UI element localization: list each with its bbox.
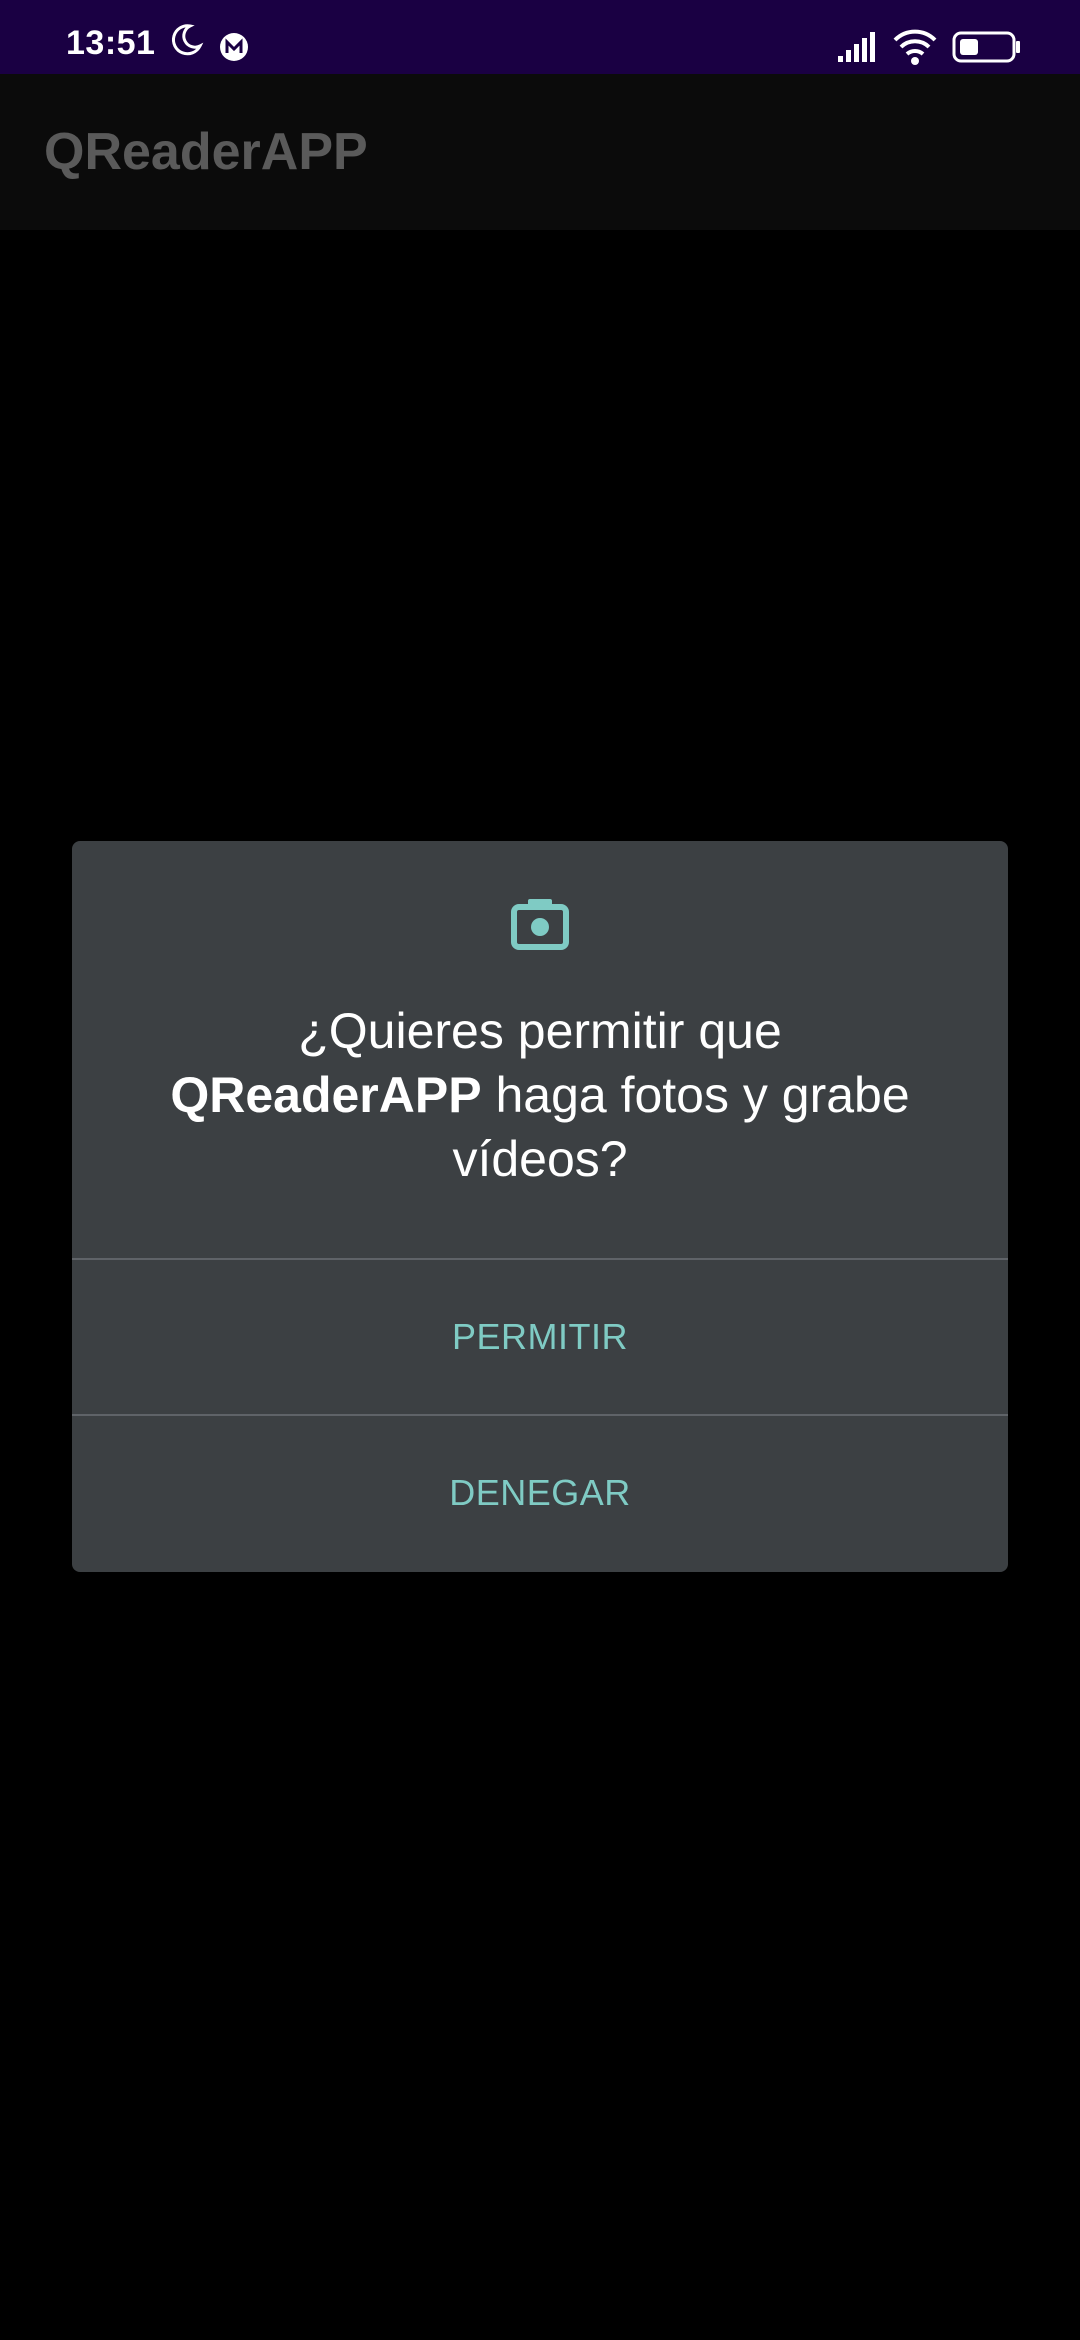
deny-button-label: DENEGAR (449, 1472, 631, 1513)
app-bar: QReaderAPP (0, 74, 1080, 230)
app-title: QReaderAPP (44, 123, 368, 181)
permission-message: ¿Quieres permitir que QReaderAPP haga fo… (112, 999, 968, 1191)
allow-button-label: PERMITIR (451, 1316, 628, 1357)
signal-icon (838, 32, 875, 62)
m-notification-icon (220, 33, 248, 61)
battery-icon (952, 31, 1020, 63)
allow-button[interactable]: PERMITIR (72, 1260, 1008, 1414)
wifi-icon (893, 29, 937, 65)
moon-icon (171, 24, 204, 56)
message-prefix: ¿Quieres permitir que (298, 1003, 782, 1059)
camera-icon (511, 899, 569, 950)
status-time: 13:51 (66, 24, 156, 62)
permission-dialog: ¿Quieres permitir que QReaderAPP haga fo… (72, 841, 1008, 1572)
status-bar: 13:51 (0, 0, 1080, 74)
deny-button[interactable]: DENEGAR (72, 1416, 1008, 1570)
message-app-name: QReaderAPP (170, 1067, 482, 1123)
message-suffix: haga fotos y grabe vídeos? (452, 1067, 910, 1187)
